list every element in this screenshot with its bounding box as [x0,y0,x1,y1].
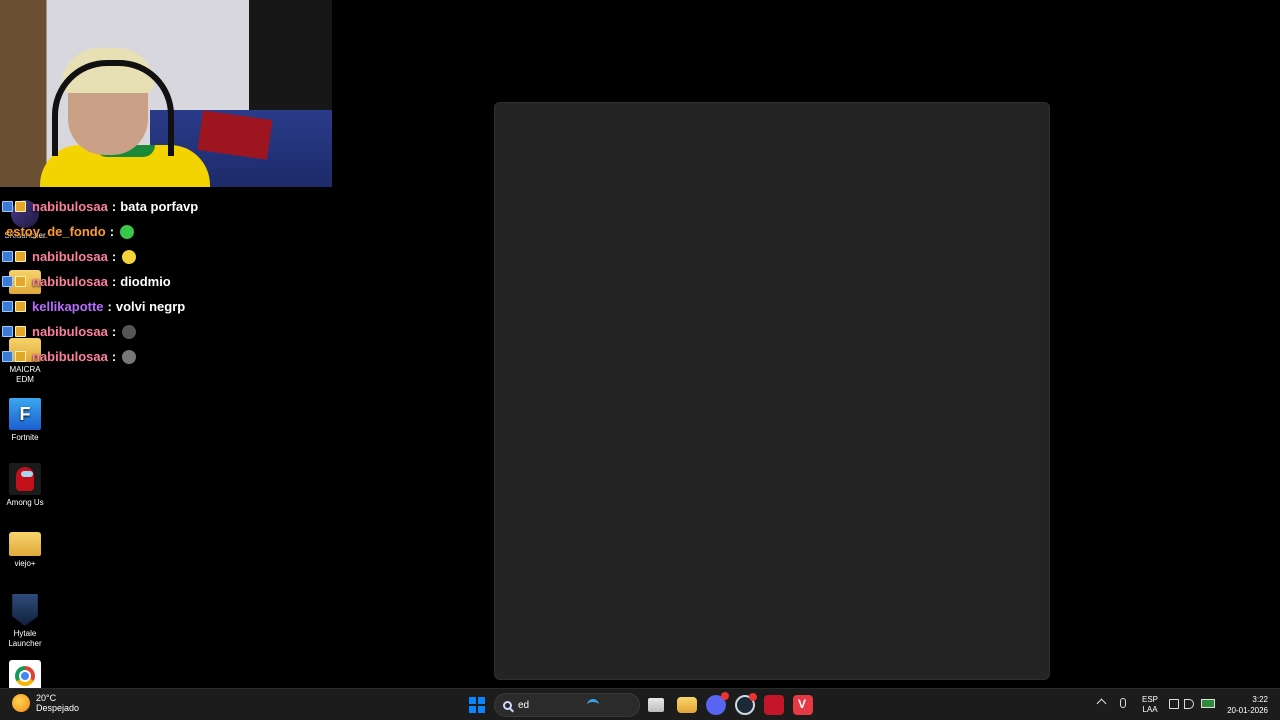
search-input[interactable] [518,699,578,711]
chat-message: kellikapotte: volvi negrp [2,294,332,319]
chat-username[interactable]: nabibulosaa [32,347,108,367]
chevron-up-icon[interactable] [1096,698,1107,709]
badge-icon [2,301,13,312]
desktop-icon-label: viejo+ [14,559,36,568]
emote-icon [122,349,137,364]
pickaxe-icon [587,699,599,714]
webcam-overlay [0,0,332,187]
emote-icon [122,249,137,264]
desktop-icon-label: Fortnite [11,433,39,442]
chat-separator: : [107,298,112,314]
desktop-icon-among-us[interactable]: Among Us [0,463,50,508]
taskbar: 20°C Despejado ESP LAA 3:22 20-01-2026 [0,688,1280,720]
desktop-icon-label: Among Us [6,498,44,507]
chat-username[interactable]: nabibulosaa [32,197,108,217]
chat-message: nabibulosaa: diodmio [2,269,332,294]
crown-badge-icon [15,251,26,262]
chat-username[interactable]: kellikapotte [32,297,104,317]
chat-text: volvi negrp [115,298,186,314]
desktop-icon-fortnite[interactable]: F Fortnite [0,398,50,443]
headset [52,60,174,156]
weather-icon [12,694,30,712]
desktop-icon-viejo[interactable]: viejo+ [0,526,50,569]
chat-text: diodmio [120,273,171,289]
steam-icon[interactable] [735,693,757,715]
chat-username[interactable]: nabibulosaa [32,322,108,342]
chat-message: estoy_de_fondo: [2,219,332,244]
search-icon [503,700,512,710]
clock[interactable]: 3:22 20-01-2026 [1226,694,1268,716]
chat-separator: : [111,348,117,364]
search-box[interactable] [494,693,640,717]
network-icon[interactable] [1169,699,1179,709]
task-view-icon[interactable] [648,698,664,712]
weather-widget[interactable]: 20°C Despejado [12,693,79,713]
crown-badge-icon [15,201,26,212]
chat-separator: : [109,223,115,239]
weather-temp: 20°C [36,693,57,703]
file-explorer-icon[interactable] [677,697,697,713]
folder-icon [9,532,41,556]
app-icon[interactable] [764,695,784,715]
clock-time: 3:22 [1252,695,1268,704]
microphone-icon[interactable] [1120,698,1126,708]
crown-badge-icon [15,351,26,362]
desktop: SKlauncher MAICRA EDM F Fortnite Among U… [0,0,1280,692]
crown-badge-icon [15,301,26,312]
badge-icon [2,351,13,362]
chat-username[interactable]: nabibulosaa [32,272,108,292]
weather-condition: Despejado [36,703,80,713]
hytale-icon [12,594,38,626]
chat-text: bata porfavp [120,198,199,214]
badge-icon [2,276,13,287]
discord-icon[interactable] [706,692,729,715]
badge-icon [2,326,13,337]
crown-badge-icon [15,326,26,337]
start-button[interactable] [469,697,485,713]
language-indicator[interactable]: ESP LAA [1140,695,1160,715]
chat-message: nabibulosaa: [2,244,332,269]
app-window[interactable] [494,102,1050,680]
desktop-icon-label: Hytale Launcher [8,629,42,648]
among-us-icon [9,463,41,495]
vivaldi-icon[interactable] [793,695,813,715]
chat-username[interactable]: estoy_de_fondo [6,222,106,242]
chat-separator: : [111,248,117,264]
chat-message: nabibulosaa: [2,344,332,369]
badge-icon [2,251,13,262]
chat-overlay: nabibulosaa: bata porfavp estoy_de_fondo: n… [2,194,332,369]
badge-icon [2,201,13,212]
chat-message: nabibulosaa: [2,319,332,344]
desktop-icon-hytale-launcher[interactable]: Hytale Launcher [0,594,50,649]
chat-username[interactable]: nabibulosaa [32,247,108,267]
chat-separator: : [111,273,117,289]
clock-date: 20-01-2026 [1227,706,1268,715]
chat-separator: : [111,198,117,214]
chat-message: nabibulosaa: bata porfavp [2,194,332,219]
emote-icon [120,224,135,239]
chat-separator: : [111,323,117,339]
emote-icon [122,324,137,339]
crown-badge-icon [15,276,26,287]
volume-icon[interactable] [1184,699,1194,709]
fortnite-icon: F [9,398,41,430]
battery-icon[interactable] [1201,699,1215,708]
